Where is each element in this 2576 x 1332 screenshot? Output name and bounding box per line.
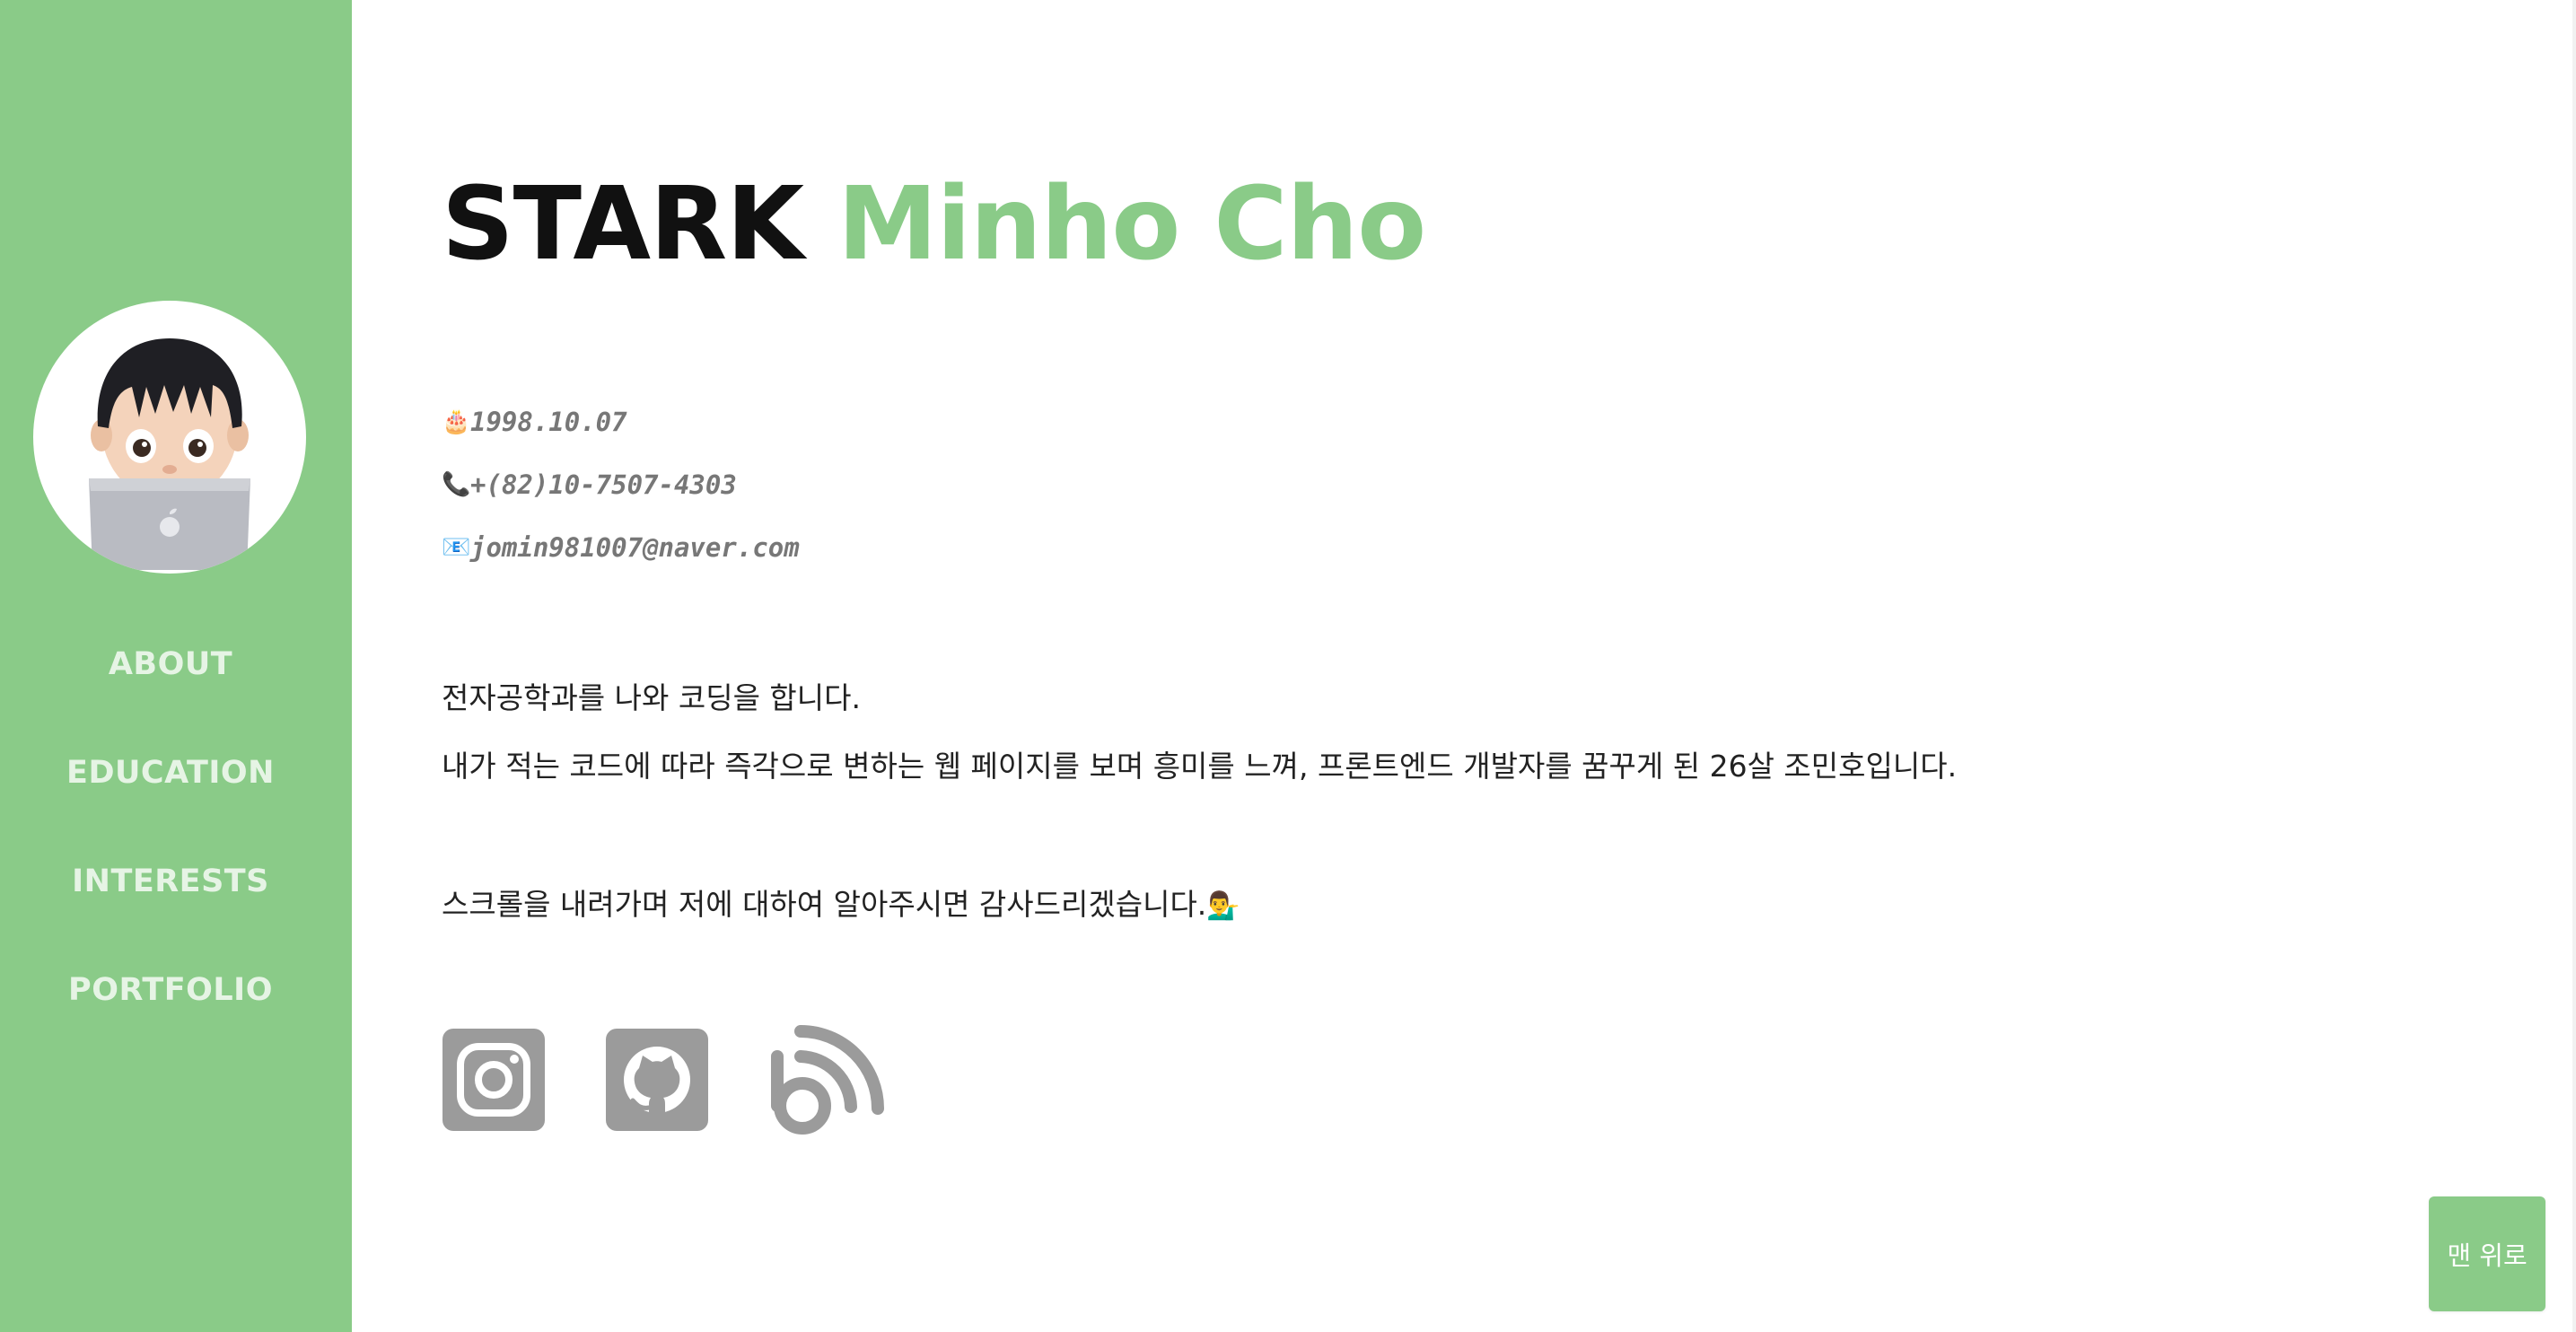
phone-icon: 📞 [442,471,471,498]
nav-item-portfolio[interactable]: PORTFOLIO [0,972,341,1081]
email-icon: 📧 [442,534,471,561]
github-icon [606,1029,708,1131]
birthday-value: 1998.10.07 [470,407,627,437]
intro-line-3-text: 스크롤을 내려가며 저에 대하여 알아주시면 감사드리겠습니다. [442,887,1207,922]
cake-icon: 🎂 [442,408,471,435]
scrollbar-track [2572,0,2576,1332]
email-row: 📧 jomin981007@naver.com [442,516,800,579]
nav-item-about[interactable]: ABOUT [0,646,341,755]
avatar [33,301,306,574]
nav-item-interests[interactable]: INTERESTS [0,863,341,972]
person-tipping-hand-icon: 💁‍♂️ [1206,890,1240,922]
github-link[interactable] [605,1028,709,1132]
phone-value: +(82)10-7507-4303 [470,469,737,500]
intro-text: 전자공학과를 나와 코딩을 합니다. 내가 적는 코드에 따라 즉각으로 변하는… [442,673,1957,948]
contact-info: 🎂 1998.10.07 📞 +(82)10-7507-4303 📧 jomin… [442,390,800,579]
email-value: jomin981007@naver.com [470,532,800,563]
phone-row: 📞 +(82)10-7507-4303 [442,453,800,516]
title-first: STARK [442,166,804,283]
intro-line-3: 스크롤을 내려가며 저에 대하여 알아주시면 감사드리겠습니다.💁‍♂️ [442,880,1957,948]
blog-link[interactable] [768,1025,887,1135]
sidebar: ABOUT EDUCATION INTERESTS PORTFOLIO [0,0,352,1332]
blog-icon [771,1025,884,1135]
scroll-to-top-button[interactable]: 맨 위로 [2429,1196,2545,1311]
instagram-link[interactable] [442,1028,546,1132]
page: ABOUT EDUCATION INTERESTS PORTFOLIO STAR… [0,0,2576,1332]
nav-item-education[interactable]: EDUCATION [0,755,341,863]
social-links [442,1025,946,1135]
title-name: Minho Cho [837,166,1426,283]
sidebar-nav: ABOUT EDUCATION INTERESTS PORTFOLIO [0,646,341,1081]
intro-line-1: 전자공학과를 나와 코딩을 합니다. [442,680,861,715]
memoji-avatar-icon [89,338,250,570]
instagram-icon [442,1029,545,1131]
intro-line-2: 내가 적는 코드에 따라 즉각으로 변하는 웹 페이지를 보며 흥미를 느껴, … [442,749,1958,784]
birthday-row: 🎂 1998.10.07 [442,390,800,453]
page-title: STARK Minho Cho [442,166,1426,283]
